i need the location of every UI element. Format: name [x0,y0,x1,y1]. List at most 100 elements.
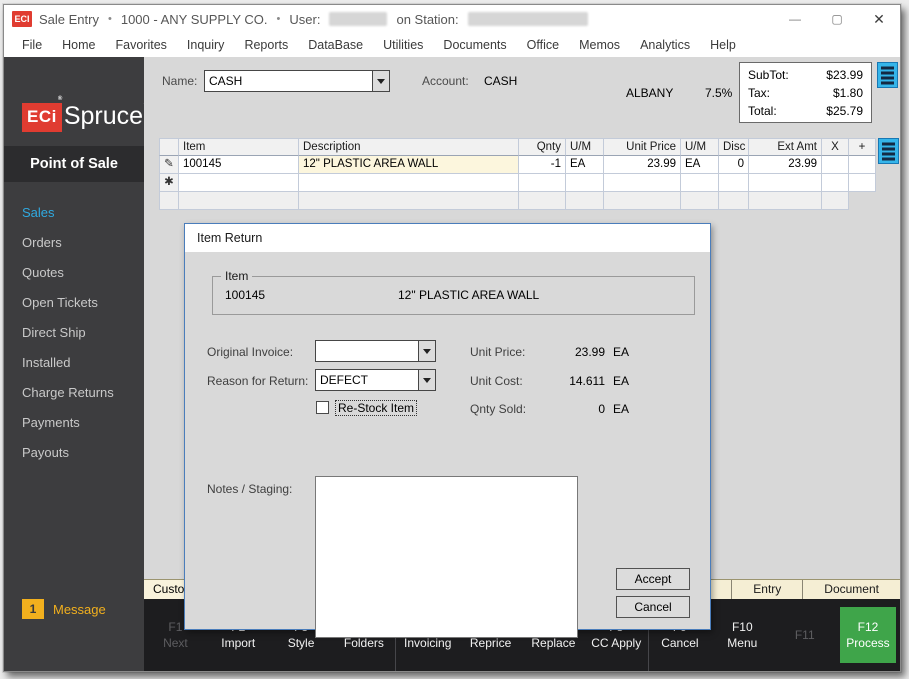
col-um1[interactable]: U/M [566,138,604,156]
user-label: User: [289,12,320,27]
eci-app-icon: ECI [12,11,32,27]
sidebar-item-open-tickets[interactable]: Open Tickets [22,288,144,318]
fkey-f10-menu[interactable]: F10Menu [711,599,773,671]
empty-cell[interactable] [299,174,519,192]
table-row[interactable]: ✎ 100145 12" PLASTIC AREA WALL -1 EA 23.… [159,156,876,174]
col-ext-amt[interactable]: Ext Amt [749,138,822,156]
empty-cell[interactable] [749,174,822,192]
new-row-icon: ✱ [159,174,179,192]
menu-memos[interactable]: Memos [569,38,630,52]
col-um2[interactable]: U/M [681,138,719,156]
sidebar-item-charge-returns[interactable]: Charge Returns [22,378,144,408]
message-notification[interactable]: 1 Message [22,599,106,619]
minimize-icon[interactable]: — [774,5,816,33]
empty-cell [566,192,604,210]
menu-help[interactable]: Help [700,38,746,52]
item-description: 12" PLASTIC AREA WALL [398,288,539,302]
maximize-icon[interactable]: ▢ [816,5,858,33]
empty-cell [299,192,519,210]
customer-name-combobox[interactable]: CASH [204,70,390,92]
combo-dropdown-button[interactable] [372,71,389,91]
empty-cell[interactable] [719,174,749,192]
title-separator: • [108,13,112,25]
sidebar-item-direct-ship[interactable]: Direct Ship [22,318,144,348]
tab-document[interactable]: Document [802,580,900,599]
empty-cell[interactable] [849,174,876,192]
cancel-button[interactable]: Cancel [616,596,690,618]
cell-qnty[interactable]: -1 [519,156,566,174]
col-plus[interactable]: + [849,138,876,156]
empty-cell[interactable] [681,174,719,192]
cell-plus[interactable] [849,156,876,174]
restock-checkbox[interactable] [316,401,329,414]
menu-office[interactable]: Office [517,38,569,52]
col-disc[interactable]: Disc [719,138,749,156]
empty-cell[interactable] [519,174,566,192]
tax-location: ALBANY [626,86,673,100]
menu-analytics[interactable]: Analytics [630,38,700,52]
cell-x[interactable] [822,156,849,174]
cell-description[interactable]: 12" PLASTIC AREA WALL [299,156,519,174]
item-return-dialog: Item Return Item 100145 12" PLASTIC AREA… [184,223,711,630]
reason-for-return-combobox[interactable]: DEFECT [315,369,436,391]
title-bar: ECI Sale Entry • 1000 - ANY SUPPLY CO. •… [4,5,900,33]
subtot-label: SubTot: [748,66,789,84]
menu-favorites[interactable]: Favorites [106,38,177,52]
message-label: Message [53,602,106,617]
cell-ext-amt[interactable]: 23.99 [749,156,822,174]
menu-reports[interactable]: Reports [234,38,298,52]
cell-unit-price[interactable]: 23.99 [604,156,681,174]
combo-dropdown-button[interactable] [418,341,435,361]
empty-cell[interactable] [604,174,681,192]
menu-documents[interactable]: Documents [433,38,516,52]
notes-staging-textarea[interactable] [315,476,578,638]
account-value: CASH [484,74,517,88]
spruce-logo: ECi® Spruce™ [22,103,144,132]
empty-cell [681,192,719,210]
accept-button[interactable]: Accept [616,568,690,590]
unit-price-um: EA [613,345,629,359]
col-item[interactable]: Item [179,138,299,156]
reason-for-return-value: DEFECT [316,370,418,390]
col-x[interactable]: X [822,138,849,156]
customer-name-value: CASH [205,71,372,91]
cell-um2[interactable]: EA [681,156,719,174]
original-invoice-combobox[interactable] [315,340,436,362]
close-icon[interactable]: ✕ [858,5,900,33]
sidebar-item-installed[interactable]: Installed [22,348,144,378]
cell-um1[interactable]: EA [566,156,604,174]
restock-label[interactable]: Re-Stock Item [335,400,417,416]
menu-inquiry[interactable]: Inquiry [177,38,235,52]
menu-database[interactable]: DataBase [298,38,373,52]
qnty-sold-um: EA [613,402,629,416]
col-description[interactable]: Description [299,138,519,156]
sidebar-item-sales[interactable]: Sales [22,198,144,228]
empty-cell[interactable] [566,174,604,192]
combo-dropdown-button[interactable] [418,370,435,390]
cell-item[interactable]: 100145 [179,156,299,174]
cell-disc[interactable]: 0 [719,156,749,174]
col-qnty[interactable]: Qnty [519,138,566,156]
sidebar-item-quotes[interactable]: Quotes [22,258,144,288]
tab-entry[interactable]: Entry [731,580,802,599]
col-unit-price[interactable]: Unit Price [604,138,681,156]
grid-menu-icon[interactable] [878,138,899,164]
original-invoice-value [316,341,418,361]
empty-cell[interactable] [822,174,849,192]
empty-cell[interactable] [179,174,299,192]
totals-menu-icon[interactable] [877,62,898,88]
menu-home[interactable]: Home [52,38,105,52]
fkey-f12-process[interactable]: F12Process [840,607,896,663]
menu-file[interactable]: File [12,38,52,52]
empty-cell [749,192,822,210]
new-row[interactable]: ✱ [159,174,876,192]
sidebar-item-payments[interactable]: Payments [22,408,144,438]
qnty-sold-label: Qnty Sold: [470,402,526,416]
unit-price-label: Unit Price: [470,345,525,359]
sidebar-item-orders[interactable]: Orders [22,228,144,258]
menu-utilities[interactable]: Utilities [373,38,433,52]
empty-cell [822,192,849,210]
app-window: ECI Sale Entry • 1000 - ANY SUPPLY CO. •… [3,4,901,672]
tax-rate: 7.5% [705,86,732,100]
sidebar-item-payouts[interactable]: Payouts [22,438,144,468]
